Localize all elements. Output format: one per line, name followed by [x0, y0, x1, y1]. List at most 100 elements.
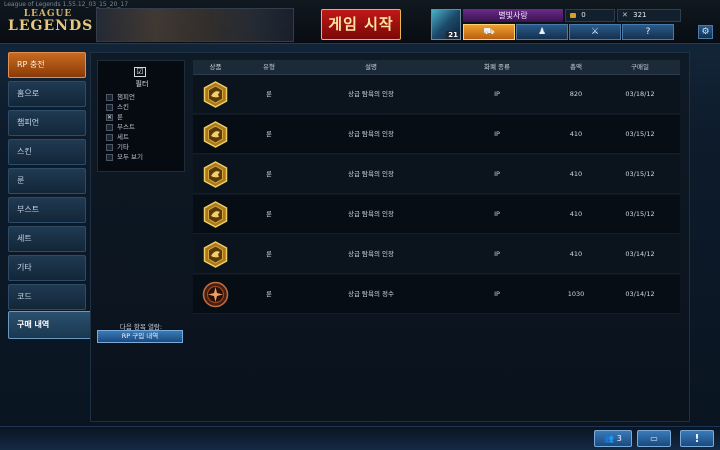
sidebar-item-bundles[interactable]: 세트	[8, 226, 86, 252]
table-row[interactable]: 룬 상급 탐욕의 인장 IP 410 03/15/12	[193, 155, 680, 194]
friends-count: 3	[616, 434, 622, 443]
cell-total: 1030	[567, 290, 585, 298]
gear-icon: ⚙	[701, 27, 710, 37]
filter-option-label: 모두 보기	[117, 153, 143, 161]
cell-total: 410	[569, 210, 583, 218]
filter-panel: ☑ 필터 챔피언 스킨 ✕ 룬 부스트 세트 기타 모두 보기	[97, 60, 185, 172]
rp-balance: 0	[565, 9, 615, 22]
cell-type: 룬	[266, 250, 272, 258]
champion-banner	[96, 8, 294, 42]
table-row[interactable]: 룬 상급 탐욕의 인장 IP 410 03/15/12	[193, 195, 680, 234]
purchase-history-panel: ☑ 필터 챔피언 스킨 ✕ 룬 부스트 세트 기타 모두 보기 다음 항목 열람…	[90, 52, 690, 422]
champions-tab[interactable]: ⚔	[569, 24, 621, 40]
cell-description: 상급 탐욕의 정수	[348, 290, 394, 298]
filter-option-champions[interactable]: 챔피언	[106, 92, 135, 102]
ip-value: 321	[633, 11, 647, 19]
cell-type: 룬	[266, 210, 272, 218]
rune-mark-icon	[202, 81, 229, 108]
sidebar-item-champions[interactable]: 챔피언	[8, 110, 86, 136]
cell-total: 410	[569, 170, 583, 178]
filter-option-bundles[interactable]: 세트	[106, 132, 129, 142]
notification-button[interactable]: !	[680, 430, 714, 447]
cell-description: 상급 탐욕의 인장	[348, 210, 394, 218]
cell-date: 03/14/12	[625, 250, 655, 258]
sidebar-item-rp-charge[interactable]: RP 충전	[8, 52, 86, 78]
cell-date: 03/15/12	[625, 170, 655, 178]
filter-option-label: 부스트	[117, 123, 135, 131]
filter-option-label: 스킨	[117, 103, 129, 111]
checkbox[interactable]	[106, 103, 113, 111]
rune-mark-icon	[202, 241, 229, 268]
cell-date: 03/15/12	[625, 210, 655, 218]
checkbox[interactable]	[106, 93, 113, 101]
cell-currency: IP	[494, 170, 500, 178]
rp-coin-icon	[570, 12, 576, 18]
chat-button[interactable]: ▭	[637, 430, 671, 447]
sidebar-item-runes[interactable]: 룬	[8, 168, 86, 194]
checkbox[interactable]	[106, 143, 113, 151]
store-tab[interactable]: ⛟	[463, 24, 515, 40]
settings-button[interactable]: ⚙	[698, 25, 713, 39]
cell-currency: IP	[494, 290, 500, 298]
filter-option-label: 룬	[117, 113, 123, 121]
cell-currency: IP	[494, 250, 500, 258]
rune-mark-icon	[202, 161, 229, 188]
filter-option-label: 챔피언	[117, 93, 135, 101]
cell-currency: IP	[494, 90, 500, 98]
cell-date: 03/15/12	[625, 130, 655, 138]
filter-option-other[interactable]: 기타	[106, 142, 129, 152]
sidebar-item-home[interactable]: 홈으로	[8, 81, 86, 107]
filter-option-boosts[interactable]: 부스트	[106, 122, 135, 132]
checkbox[interactable]	[106, 133, 113, 141]
table-row[interactable]: 룬 상급 탐욕의 인장 IP 410 03/14/12	[193, 235, 680, 274]
cell-type: 룬	[266, 290, 272, 298]
sidebar-item-skins[interactable]: 스킨	[8, 139, 86, 165]
play-button[interactable]: 게임 시작	[321, 9, 401, 40]
top-bar: League of Legends 1.55.12_03_15_20_17 LE…	[0, 0, 720, 44]
client-window: League of Legends 1.55.12_03_15_20_17 LE…	[0, 0, 720, 450]
sidebar-item-purchase-history[interactable]: 구매 내역	[8, 311, 92, 339]
league-logo: LEAGUE LEGENDS	[8, 6, 94, 38]
filter-option-show-all[interactable]: 모두 보기	[106, 152, 143, 162]
table-row[interactable]: 룬 상급 탐욕의 인장 IP 410 03/15/12	[193, 115, 680, 154]
table-body: 룬 상급 탐욕의 인장 IP 820 03/18/12 룬 상급 탐욕의 인장 …	[193, 75, 680, 315]
filter-option-skins[interactable]: 스킨	[106, 102, 129, 112]
cell-total: 410	[569, 250, 583, 258]
rune-mark-icon	[202, 201, 229, 228]
cell-date: 03/14/12	[625, 290, 655, 298]
column-header-item: 상품	[209, 63, 222, 71]
cell-description: 상급 탐욕의 인장	[348, 170, 394, 178]
purchase-table: 상품 유형 설명 화폐 종류 총액 구매일 룬 상급 탐욕의 인장 IP 820…	[193, 60, 680, 328]
logo-line2: LEGENDS	[8, 18, 94, 34]
cell-date: 03/18/12	[625, 90, 655, 98]
sidebar-item-boosts[interactable]: 부스트	[8, 197, 86, 223]
table-row[interactable]: 룬 상급 탐욕의 정수 IP 1030 03/14/12	[193, 275, 680, 314]
cell-description: 상급 탐욕의 인장	[348, 90, 394, 98]
cell-type: 룬	[266, 90, 272, 98]
rune-quintessence-icon	[202, 281, 229, 308]
checkbox-checked[interactable]: ✕	[106, 113, 113, 121]
ip-balance: ✕ 321	[617, 9, 681, 22]
alert-icon: !	[694, 432, 700, 445]
avatar[interactable]: 21	[431, 9, 461, 40]
checkbox[interactable]	[106, 123, 113, 131]
filter-option-label: 세트	[117, 133, 129, 141]
rune-mark-icon	[202, 121, 229, 148]
checkbox[interactable]	[106, 153, 113, 161]
ip-icon: ✕	[622, 11, 628, 19]
rp-purchase-history-button[interactable]: RP 구입 내역	[97, 330, 183, 343]
cell-type: 룬	[266, 130, 272, 138]
cell-total: 410	[569, 130, 583, 138]
sidebar-item-codes[interactable]: 코드	[8, 284, 86, 310]
summoner-name: 별빛사랑	[463, 9, 563, 22]
cell-currency: IP	[494, 130, 500, 138]
profile-tab[interactable]: ♟	[516, 24, 568, 40]
level-badge: 21	[446, 31, 460, 39]
sidebar-item-other[interactable]: 기타	[8, 255, 86, 281]
friends-button[interactable]: 👥 3	[594, 430, 632, 447]
filter-option-runes[interactable]: ✕ 룬	[106, 112, 123, 122]
table-header: 상품 유형 설명 화폐 종류 총액 구매일	[193, 60, 680, 75]
help-tab[interactable]: ?	[622, 24, 674, 40]
table-row[interactable]: 룬 상급 탐욕의 인장 IP 820 03/18/12	[193, 75, 680, 114]
column-header-description: 설명	[365, 63, 377, 71]
